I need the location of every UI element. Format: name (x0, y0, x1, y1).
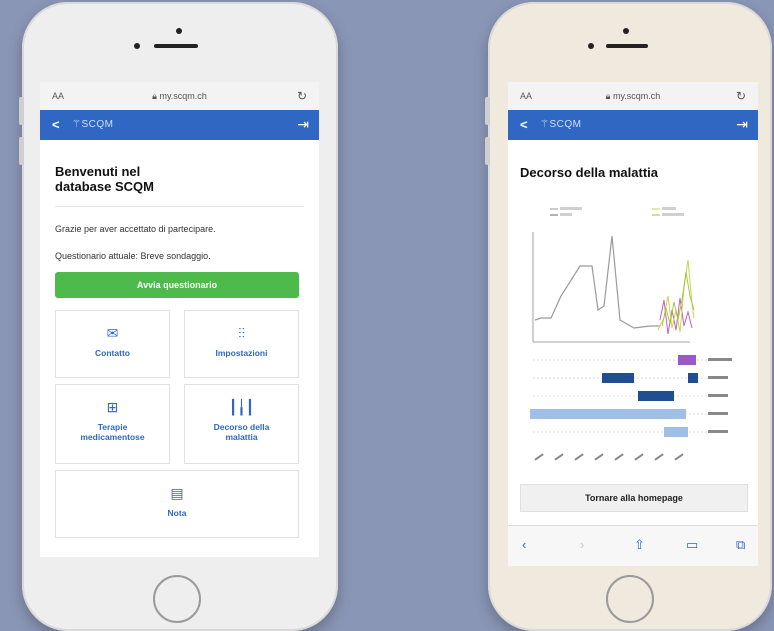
page-title: Decorso della malattia (520, 165, 658, 180)
right-phone: AA 🔒︎ my.scqm.ch ↻ < ⚚SCQM ⇥ Decorso del… (485, 2, 772, 631)
volume-down-button (19, 137, 24, 165)
logout-icon[interactable]: ⇥ (736, 116, 748, 133)
sensor-dot (134, 43, 140, 49)
volume-up-button (19, 97, 24, 125)
thanks-text: Grazie per aver accettato di partecipare… (55, 224, 216, 234)
notes-label: Nota (167, 508, 187, 518)
front-camera (176, 28, 182, 34)
x-axis-ticks (534, 453, 684, 461)
settings-tile[interactable]: ⫶⫶ Impostazioni (184, 310, 299, 378)
start-questionnaire-button[interactable]: Avvia questionario (55, 272, 299, 298)
browser-toolbar: ‹ › ⇧ ▭ ⧉ (508, 525, 758, 566)
home-button[interactable] (606, 575, 654, 623)
url-field[interactable]: 🔒︎ my.scqm.ch (40, 91, 319, 102)
url-text: my.scqm.ch (612, 91, 661, 101)
home-button[interactable] (153, 575, 201, 623)
pill-box-icon: ⊞ (106, 399, 119, 415)
welcome-heading-line1: Benvenuti nel (55, 164, 141, 179)
contact-label: Contatto (95, 348, 130, 358)
right-screen: AA 🔒︎ my.scqm.ch ↻ < ⚚SCQM ⇥ Decorso del… (508, 82, 758, 566)
url-field[interactable]: 🔒︎ my.scqm.ch (508, 91, 758, 102)
therapy-label-line2: medicamentose (80, 432, 145, 442)
browser-address-bar: AA 🔒︎ my.scqm.ch ↻ (40, 82, 319, 111)
url-text: my.scqm.ch (159, 91, 207, 101)
notes-tile[interactable]: ▤ Nota (55, 470, 299, 538)
share-icon[interactable]: ⇧ (634, 537, 645, 553)
volume-up-button (485, 97, 490, 125)
app-navbar: < ⚚SCQM ⇥ (40, 110, 319, 140)
scqm-logo[interactable]: ⚚SCQM (72, 119, 113, 130)
reload-icon[interactable]: ↻ (297, 89, 307, 103)
volume-down-button (485, 137, 490, 165)
settings-label: Impostazioni (215, 348, 268, 358)
welcome-heading-line2: database SCQM (55, 179, 154, 194)
note-icon: ▤ (170, 485, 184, 501)
envelope-icon: ✉ (106, 325, 119, 341)
course-label-line2: malattia (225, 432, 258, 442)
line-plot (532, 232, 695, 343)
back-to-homepage-button[interactable]: Tornare alla homepage (520, 484, 748, 512)
reload-icon[interactable]: ↻ (736, 89, 746, 103)
course-label-line1: Decorso della (213, 422, 270, 432)
scqm-logo[interactable]: ⚚SCQM (540, 119, 581, 130)
back-chevron-icon[interactable]: < (520, 117, 528, 132)
back-chevron-icon[interactable]: < (52, 117, 60, 132)
logout-icon[interactable]: ⇥ (297, 116, 309, 133)
logo-text: SCQM (549, 119, 582, 130)
contact-tile[interactable]: ✉ Contatto (55, 310, 170, 378)
browser-address-bar: AA 🔒︎ my.scqm.ch ↻ (508, 82, 758, 111)
therapy-label-line1: Terapie (97, 422, 128, 432)
disease-course-tile[interactable]: ┃╽┃ Decorso della malattia (184, 384, 299, 464)
welcome-heading: Benvenuti nel database SCQM (55, 164, 154, 194)
earpiece-speaker (154, 44, 198, 48)
front-camera (623, 28, 629, 34)
sliders-icon: ⫶⫶ (238, 325, 245, 341)
divider (55, 206, 304, 207)
therapy-timeline (530, 355, 732, 437)
sensor-dot (588, 43, 594, 49)
current-questionnaire-text: Questionario attuale: Breve sondaggio. (55, 251, 211, 261)
disease-course-chart (530, 207, 732, 461)
app-navbar: < ⚚SCQM ⇥ (508, 110, 758, 140)
bar-chart-icon: ┃╽┃ (228, 399, 255, 415)
lock-icon: 🔒︎ (605, 91, 613, 101)
tabs-icon[interactable]: ⧉ (736, 537, 745, 553)
earpiece-speaker (606, 44, 648, 48)
therapy-tile[interactable]: ⊞ Terapie medicamentose (55, 384, 170, 464)
chart-legend (550, 207, 684, 216)
left-phone: AA 🔒︎ my.scqm.ch ↻ < ⚚SCQM ⇥ Benvenuti n… (19, 2, 338, 631)
logo-text: SCQM (81, 119, 114, 130)
forward-arrow-icon[interactable]: › (580, 537, 584, 552)
bookmarks-icon[interactable]: ▭ (686, 537, 698, 553)
back-arrow-icon[interactable]: ‹ (522, 537, 526, 552)
left-screen: AA 🔒︎ my.scqm.ch ↻ < ⚚SCQM ⇥ Benvenuti n… (40, 82, 319, 557)
